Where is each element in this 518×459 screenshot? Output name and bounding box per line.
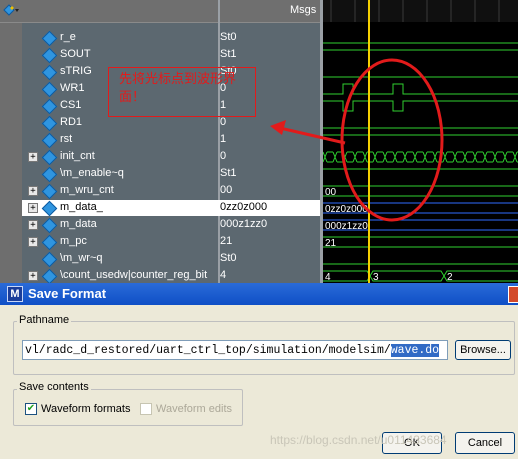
waveform-edits-label: Waveform edits xyxy=(156,403,233,415)
cancel-button[interactable]: Cancel xyxy=(455,432,515,454)
close-button[interactable] xyxy=(508,286,518,303)
dialog-title: Save Format xyxy=(28,286,107,301)
path-selected-text: wave.do xyxy=(390,344,440,357)
save-contents-group-label: Save contents xyxy=(17,381,91,393)
waveform-formats-label: Waveform formats xyxy=(41,403,131,415)
wave-window: Msgs r_e St0 SOUT St1 sTRIG St0 WR1 0 CS1 1 RD1 0 rs… xyxy=(0,0,518,283)
path-prefix: vl/radc_d_restored/uart_ctrl_top/simulat… xyxy=(25,344,391,357)
watermark: https://blog.csdn.net/u011433684 xyxy=(270,433,447,447)
save-format-dialog: M Save Format Pathname vl/radc_d_restore… xyxy=(0,283,518,459)
annotation-arrow xyxy=(270,58,444,222)
pathname-input[interactable]: vl/radc_d_restored/uart_ctrl_top/simulat… xyxy=(22,340,448,360)
modelsim-icon: M xyxy=(7,286,23,302)
browse-button[interactable]: Browse... xyxy=(455,340,511,360)
annotation-ellipse xyxy=(340,58,444,222)
waveform-formats-checkbox[interactable]: ✔ xyxy=(25,403,37,415)
arrow-head xyxy=(270,120,286,135)
arrow-shaft xyxy=(279,126,346,145)
pathname-group-label: Pathname xyxy=(17,314,72,326)
waveform-edits-checkbox xyxy=(140,403,152,415)
dialog-titlebar[interactable]: M Save Format xyxy=(0,283,518,305)
